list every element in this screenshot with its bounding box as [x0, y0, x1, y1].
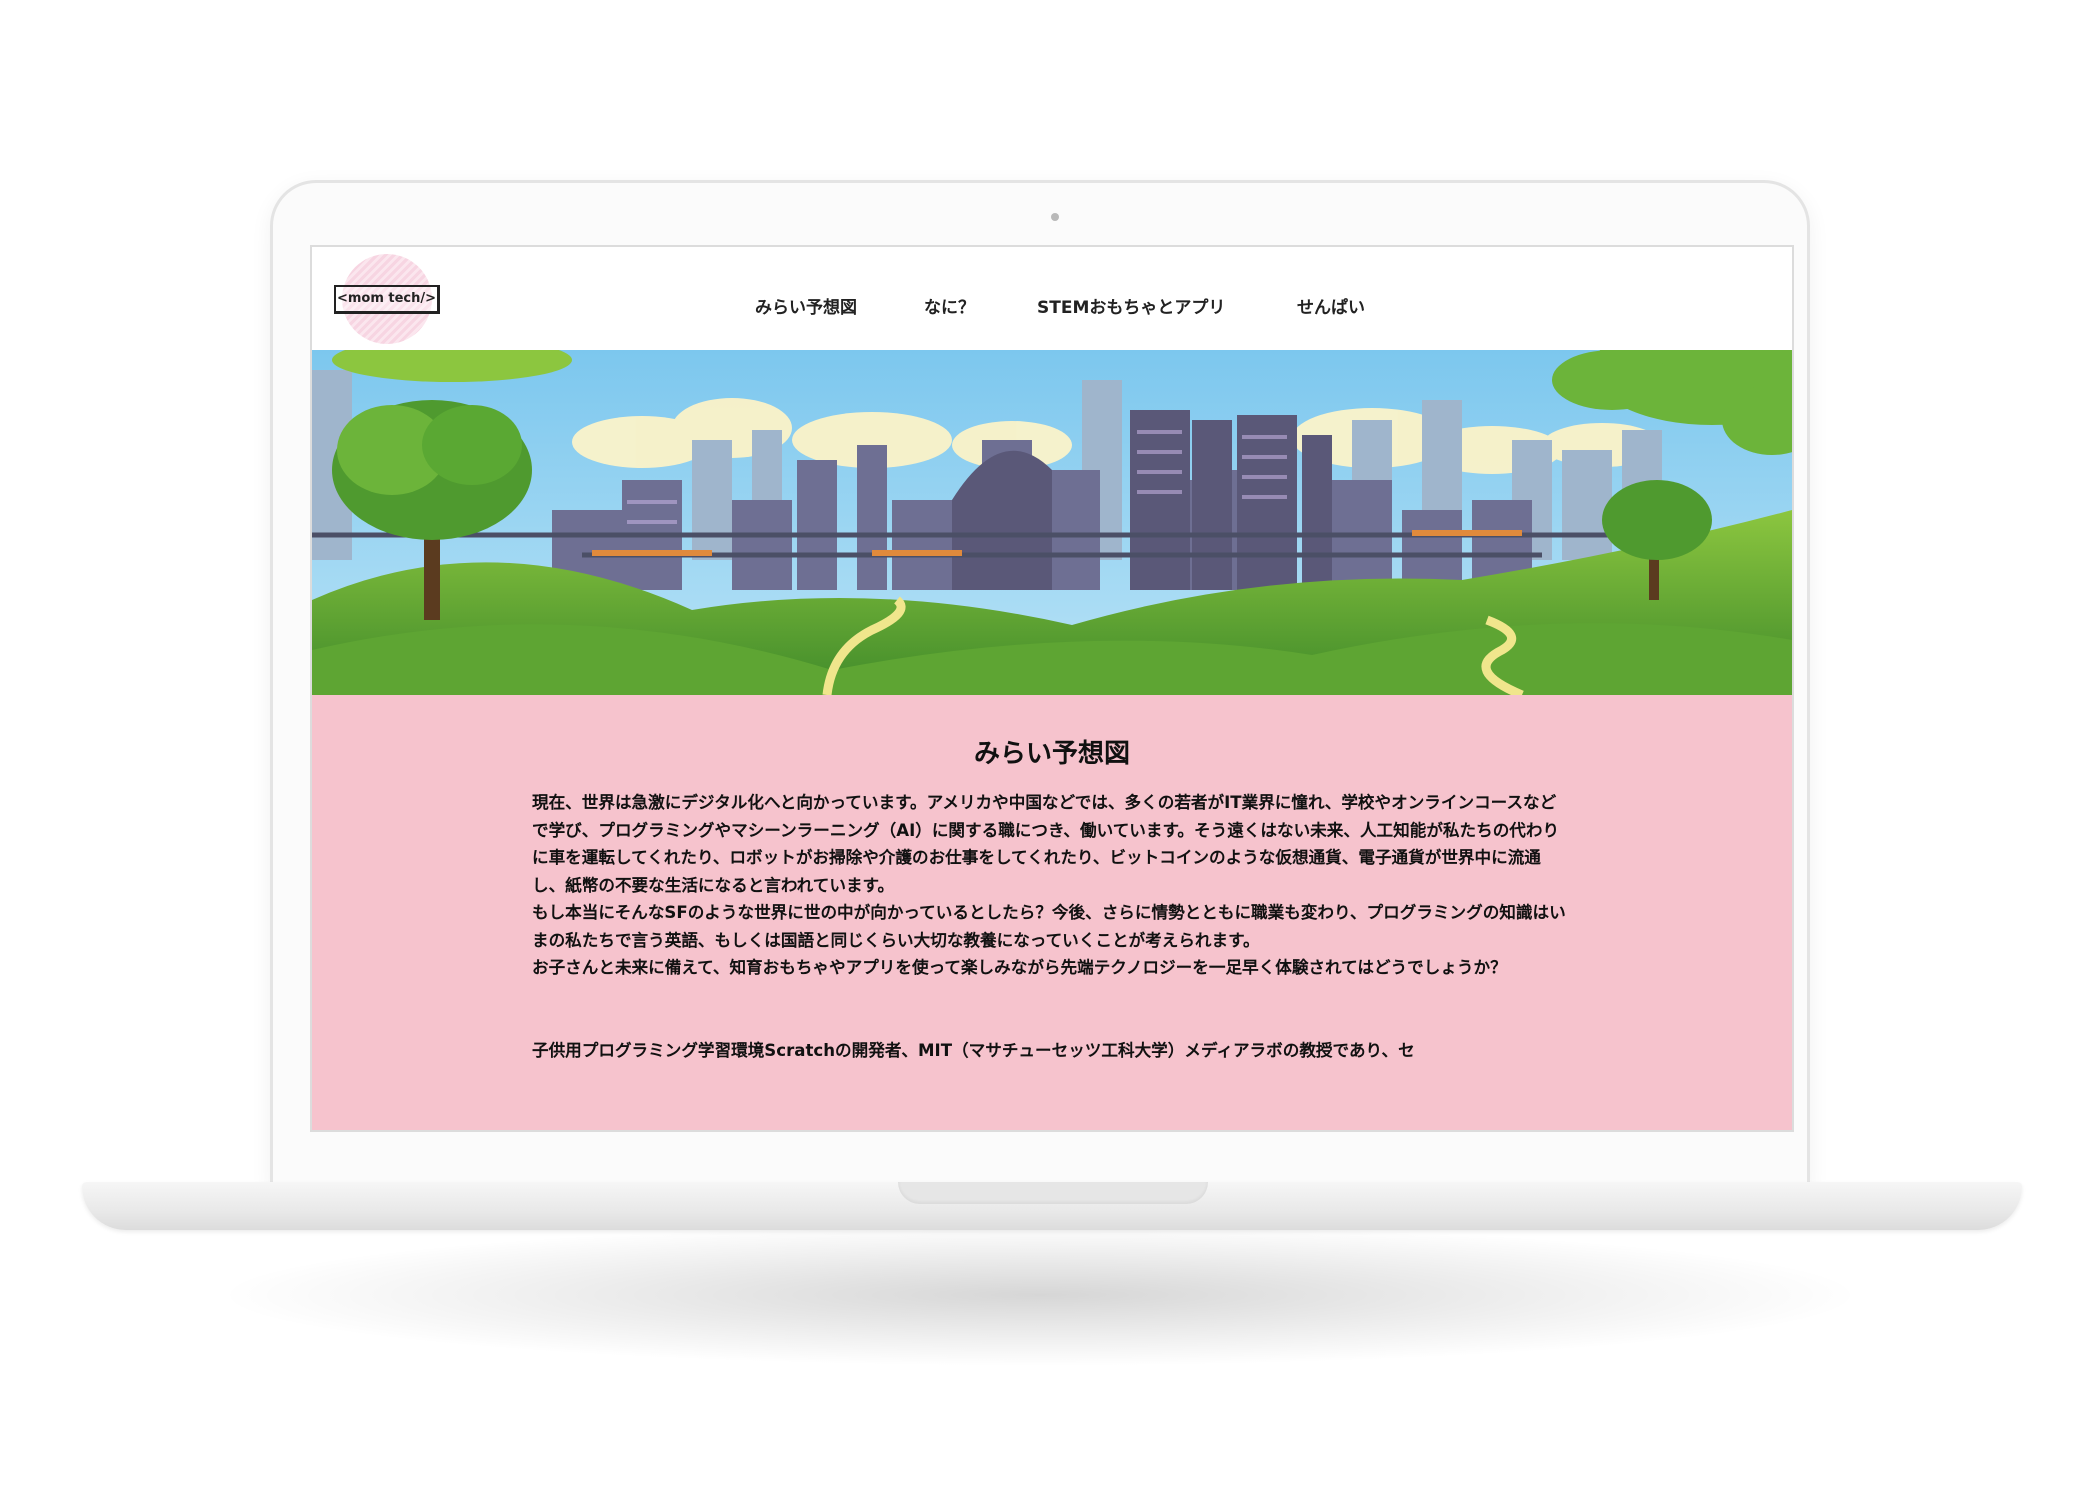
paragraph: お子さんと未来に備えて、知育おもちゃやアプリを使って楽しみながら先端テクノロジー…	[532, 958, 1507, 977]
laptop-shadow	[230, 1225, 1850, 1365]
hero-illustration	[312, 350, 1792, 695]
nav-item-senpai[interactable]: せんぱい	[1297, 293, 1365, 318]
navbar: <mom tech/> みらい予想図 なに？ STEMおもちゃとアプリ せんぱい	[312, 247, 1792, 350]
logo[interactable]: <mom tech/>	[334, 285, 440, 314]
paragraph: もし本当にそんなSFのような世界に世の中が向かっているとしたら？今後、さらに情勢…	[532, 903, 1566, 950]
content-section: みらい予想図 現在、世界は急激にデジタル化へと向かっています。アメリカや中国など…	[312, 695, 1792, 1130]
laptop-notch	[898, 1182, 1208, 1204]
paragraph: 現在、世界は急激にデジタル化へと向かっています。アメリカや中国などでは、多くの若…	[532, 793, 1560, 895]
page-title: みらい予想図	[973, 739, 1130, 769]
paragraph: 子供用プログラミング学習環境Scratchの開発者、MIT（マサチューセッツ工科…	[532, 1040, 1415, 1060]
body-text: 現在、世界は急激にデジタル化へと向かっています。アメリカや中国などでは、多くの若…	[532, 789, 1572, 1064]
camera-icon	[1051, 213, 1059, 221]
nav-item-nani[interactable]: なに？	[924, 293, 975, 318]
nav-item-stem[interactable]: STEMおもちゃとアプリ	[1037, 293, 1225, 318]
nav-item-mirai[interactable]: みらい予想図	[755, 293, 857, 318]
laptop-screen: <mom tech/> みらい予想図 なに？ STEMおもちゃとアプリ せんぱい	[312, 247, 1792, 1130]
